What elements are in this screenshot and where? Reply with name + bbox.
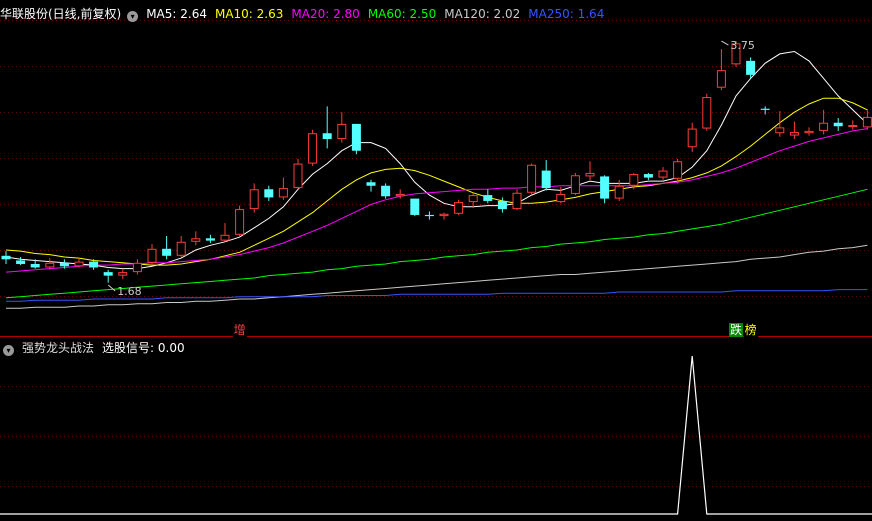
candle-body — [395, 193, 405, 197]
signal-line — [0, 355, 872, 515]
indicator-name[interactable]: 强势龙头战法 — [22, 341, 94, 355]
stock-name[interactable]: 华联股份(日线,前复权) — [0, 7, 121, 21]
ma20-label: MA20: 2.80 — [291, 7, 360, 21]
candle-body — [132, 262, 142, 273]
candle-body — [541, 170, 551, 189]
candle-body — [410, 198, 420, 215]
candle-body — [205, 238, 215, 241]
candle-body — [585, 172, 595, 177]
candle-body — [176, 241, 186, 256]
candle-body — [220, 234, 230, 241]
candle-body — [600, 176, 610, 199]
candle-body — [614, 185, 624, 199]
candle-body — [833, 122, 843, 127]
candle-body — [439, 213, 449, 217]
ma-line-ma5 — [5, 50, 868, 270]
candle-body — [716, 70, 726, 88]
candle-body — [760, 108, 770, 110]
ma5-label: MA5: 2.64 — [146, 7, 207, 21]
candle-body — [454, 202, 464, 214]
candle-body — [848, 125, 858, 128]
candle-body — [235, 209, 245, 235]
candle-body — [789, 132, 799, 136]
candle-body — [687, 128, 697, 148]
main-chart-header: 华联股份(日线,前复权) ▾ MA5: 2.64 MA10: 2.63 MA20: 2.… — [0, 5, 612, 23]
candle-body — [381, 185, 391, 197]
candle-body — [804, 130, 814, 134]
candle-body — [191, 238, 201, 242]
candle-body — [264, 189, 274, 198]
candle-body — [74, 261, 84, 267]
event-tag-0[interactable]: 增 — [232, 323, 247, 337]
ma250-label: MA250: 1.64 — [528, 7, 605, 21]
candle-body — [30, 263, 40, 268]
kline-chart[interactable]: 1.68 3.75 — [0, 0, 872, 521]
candle-body — [819, 122, 829, 131]
candle-body — [570, 175, 580, 194]
event-tag-2[interactable]: 榜 — [743, 323, 758, 337]
candle-body — [629, 174, 639, 186]
price-annotation: 1.68 — [117, 285, 142, 298]
candle-body — [337, 123, 347, 140]
candle-body — [293, 163, 303, 189]
candle-body — [366, 182, 376, 186]
price-annotation: 3.75 — [730, 39, 755, 52]
candle-body — [775, 127, 785, 134]
candle-body — [103, 272, 113, 276]
candle-body — [45, 262, 55, 268]
candle-body — [497, 200, 507, 210]
ma120-label: MA120: 2.02 — [444, 7, 521, 21]
signal-value: 选股信号: 0.00 — [102, 341, 185, 355]
candle-body — [147, 248, 157, 263]
candle-body — [249, 189, 259, 210]
candle-body — [278, 188, 288, 198]
indicator-menu-icon[interactable]: ▾ — [3, 345, 14, 356]
candle-body — [468, 195, 478, 203]
candle-body — [308, 133, 318, 164]
ma10-label: MA10: 2.63 — [214, 7, 284, 21]
candle-body — [862, 116, 872, 128]
candle-body — [673, 161, 683, 179]
candle-body — [746, 60, 756, 75]
candle-body — [643, 174, 653, 178]
candle-body — [1, 255, 11, 260]
ma-line-ma10 — [5, 97, 868, 266]
candle-body — [702, 97, 712, 129]
candle-body — [162, 248, 172, 256]
candle-body — [59, 262, 69, 267]
candle-body — [424, 214, 434, 217]
candle-body — [527, 164, 537, 193]
candle-body — [351, 123, 361, 151]
ma60-label: MA60: 2.50 — [367, 7, 437, 21]
event-tag-1[interactable]: 跌 — [729, 323, 744, 337]
candle-body — [483, 195, 493, 201]
candle-body — [658, 170, 668, 178]
candle-body — [512, 192, 522, 210]
price-annotation-leader — [107, 284, 116, 292]
candle-body — [556, 193, 566, 203]
ma-line-ma60 — [5, 188, 868, 299]
price-annotation-leader — [721, 40, 729, 46]
candle-body — [16, 260, 26, 264]
candle-body — [89, 261, 99, 268]
candle-body — [322, 133, 332, 140]
candle-body — [118, 272, 128, 276]
settings-circle-icon[interactable]: ▾ — [127, 11, 139, 22]
indicator-header: ▾ 强势龙头战法 选股信号: 0.00 — [0, 339, 193, 357]
